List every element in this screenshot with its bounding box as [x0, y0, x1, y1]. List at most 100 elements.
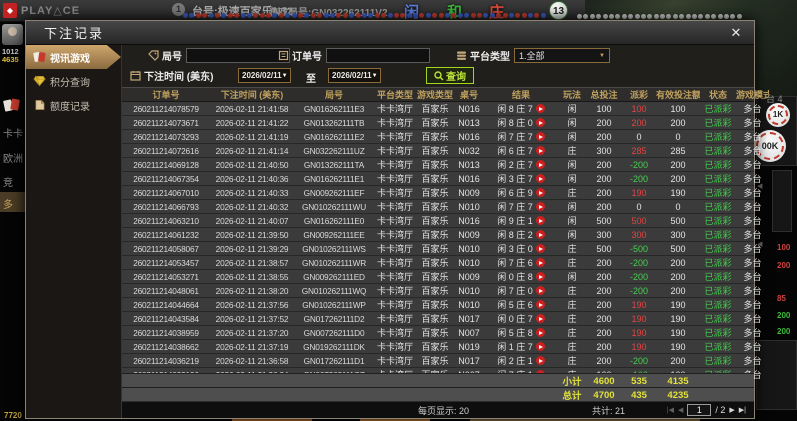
video-replay-icon[interactable] [535, 174, 545, 183]
video-replay-icon[interactable] [535, 118, 545, 127]
video-replay-icon[interactable] [535, 216, 545, 225]
bead-dot [349, 13, 355, 18]
cell-round: GN010262111WQ [301, 285, 367, 296]
cell-payout: -200 [629, 173, 648, 184]
bead-dot [419, 13, 425, 18]
cell-payout: 190 [631, 313, 647, 324]
calendar-caret-icon: ▼ [281, 72, 288, 79]
cell-order: 260211214058067 [133, 243, 199, 254]
modal-sidebar: 视讯游戏 积分查询 额度记录 [26, 45, 122, 418]
bead-dot [381, 13, 387, 18]
cell-status: 已派彩 [704, 230, 732, 240]
video-replay-icon[interactable] [535, 202, 545, 211]
calendar-caret-icon: ▼ [371, 72, 378, 79]
cell-table: N017 [458, 313, 480, 324]
cell-platform: 卡卡湾厅 [376, 118, 413, 128]
platform-type-select[interactable]: 1.全部 ▼ [514, 48, 610, 63]
result-text: 闲 2 庄 7 [497, 160, 533, 170]
page-number-input[interactable] [687, 404, 712, 416]
bead-dot [489, 13, 495, 18]
cell-play: 闲 [567, 216, 577, 226]
sidebar-item-points-query[interactable]: 积分查询 [26, 69, 104, 93]
video-replay-icon[interactable] [535, 314, 545, 323]
bg-menu-duo: 多 [3, 200, 13, 211]
bead-dot-empty [711, 14, 717, 19]
video-replay-icon[interactable] [535, 300, 545, 309]
video-replay-icon[interactable] [535, 286, 545, 295]
cell-round: GN016262111E2 [303, 131, 365, 142]
date-from-picker[interactable]: 2026/02/11 ▼ [238, 68, 291, 83]
cell-platform: 卡卡湾厅 [376, 328, 413, 338]
video-replay-icon[interactable] [535, 272, 545, 281]
column-header: 桌号 [459, 90, 478, 100]
bead-dot-empty [736, 14, 742, 19]
bead-dot [240, 13, 246, 18]
cell-platform: 卡卡湾厅 [376, 160, 413, 170]
table-row: 260211214078579 2026-02-11 21:41:58 GN0162… [122, 102, 762, 116]
cell-time: 2026-02-11 21:37:20 [215, 327, 289, 338]
cell-status: 已派彩 [704, 342, 732, 352]
video-replay-icon[interactable] [535, 104, 545, 113]
video-replay-icon[interactable] [535, 258, 545, 267]
video-replay-icon[interactable] [535, 160, 545, 169]
sidebar-item-quota-records[interactable]: 额度记录 [26, 93, 104, 117]
video-replay-icon[interactable] [535, 356, 545, 365]
close-icon[interactable]: ✕ [728, 25, 744, 41]
cell-game: 百家乐 [421, 202, 449, 212]
result-text: 闲 8 庄 2 [497, 230, 533, 240]
cell-table: N009 [458, 229, 480, 240]
search-button[interactable]: 查询 [426, 67, 474, 84]
bead-dot [298, 13, 304, 18]
bead-dot-empty [660, 14, 666, 19]
cell-round: GN017262111D2 [303, 313, 365, 324]
cell-bet: 200 [596, 173, 612, 184]
bg-menu-jing: 竞 [3, 178, 13, 189]
platform-filter-label: 平台类型 [470, 52, 510, 63]
grand-total-bet: 4700 [593, 389, 615, 401]
cell-mode: 多台 [743, 342, 762, 352]
modal-header: 下注记录 ✕ [26, 21, 754, 45]
first-page-button[interactable]: |◀ [667, 406, 674, 414]
last-page-button[interactable]: ▶| [739, 406, 746, 414]
result-text: 闲 9 庄 1 [497, 216, 533, 226]
video-replay-icon[interactable] [535, 230, 545, 239]
video-replay-icon[interactable] [535, 244, 545, 253]
order-filter-input[interactable] [326, 48, 430, 63]
cell-table: N010 [458, 243, 480, 254]
column-header: 游戏类型 [416, 90, 453, 100]
cell-round: GN016262111E3 [303, 103, 365, 114]
video-replay-icon[interactable] [535, 328, 545, 337]
date-to-picker[interactable]: 2026/02/11 ▼ [328, 68, 381, 83]
cell-play: 闲 [567, 104, 577, 114]
cell-time: 2026-02-11 21:39:50 [215, 229, 289, 240]
prev-page-button[interactable]: ◀ [678, 406, 683, 414]
cell-mode: 多台 [743, 328, 762, 338]
cell-game: 百家乐 [421, 342, 449, 352]
screen: ◆ PLAY△CE 1 台号:极速百家乐N32 游戏局号:GN032262111… [0, 0, 797, 421]
video-replay-icon[interactable] [535, 146, 545, 155]
cell-game: 百家乐 [421, 356, 449, 366]
cell-order: 260211214069128 [133, 159, 199, 170]
cell-platform: 卡卡湾厅 [376, 286, 413, 296]
sidebar-item-video-games[interactable]: 视讯游戏 [26, 45, 121, 69]
cell-table: N013 [458, 159, 480, 170]
cell-status: 已派彩 [704, 216, 732, 226]
bead-dot-empty [730, 14, 736, 19]
cell-round: GN010262111WP [302, 299, 366, 310]
video-replay-icon[interactable] [535, 188, 545, 197]
cell-round: GN019262111DK [303, 341, 365, 352]
cell-table: N032 [458, 145, 480, 156]
next-page-button[interactable]: ▶ [729, 406, 734, 414]
cell-order: 260211214078579 [133, 103, 199, 114]
bead-dot [310, 13, 316, 18]
video-replay-icon[interactable] [535, 342, 545, 351]
bead-dot [374, 13, 380, 18]
chip-1k[interactable]: 1K [766, 103, 790, 127]
round-filter-input[interactable] [186, 48, 290, 63]
cell-status: 已派彩 [704, 188, 732, 198]
cell-status: 已派彩 [704, 132, 732, 142]
pagination-bar: 每页显示: 20 共计: 21 |◀ ◀ / 2 ▶ ▶| [122, 401, 754, 418]
table-row: 260211214072616 2026-02-11 21:41:14 GN0322… [122, 144, 762, 158]
side-tab-panel [772, 170, 792, 232]
video-replay-icon[interactable] [535, 132, 545, 141]
